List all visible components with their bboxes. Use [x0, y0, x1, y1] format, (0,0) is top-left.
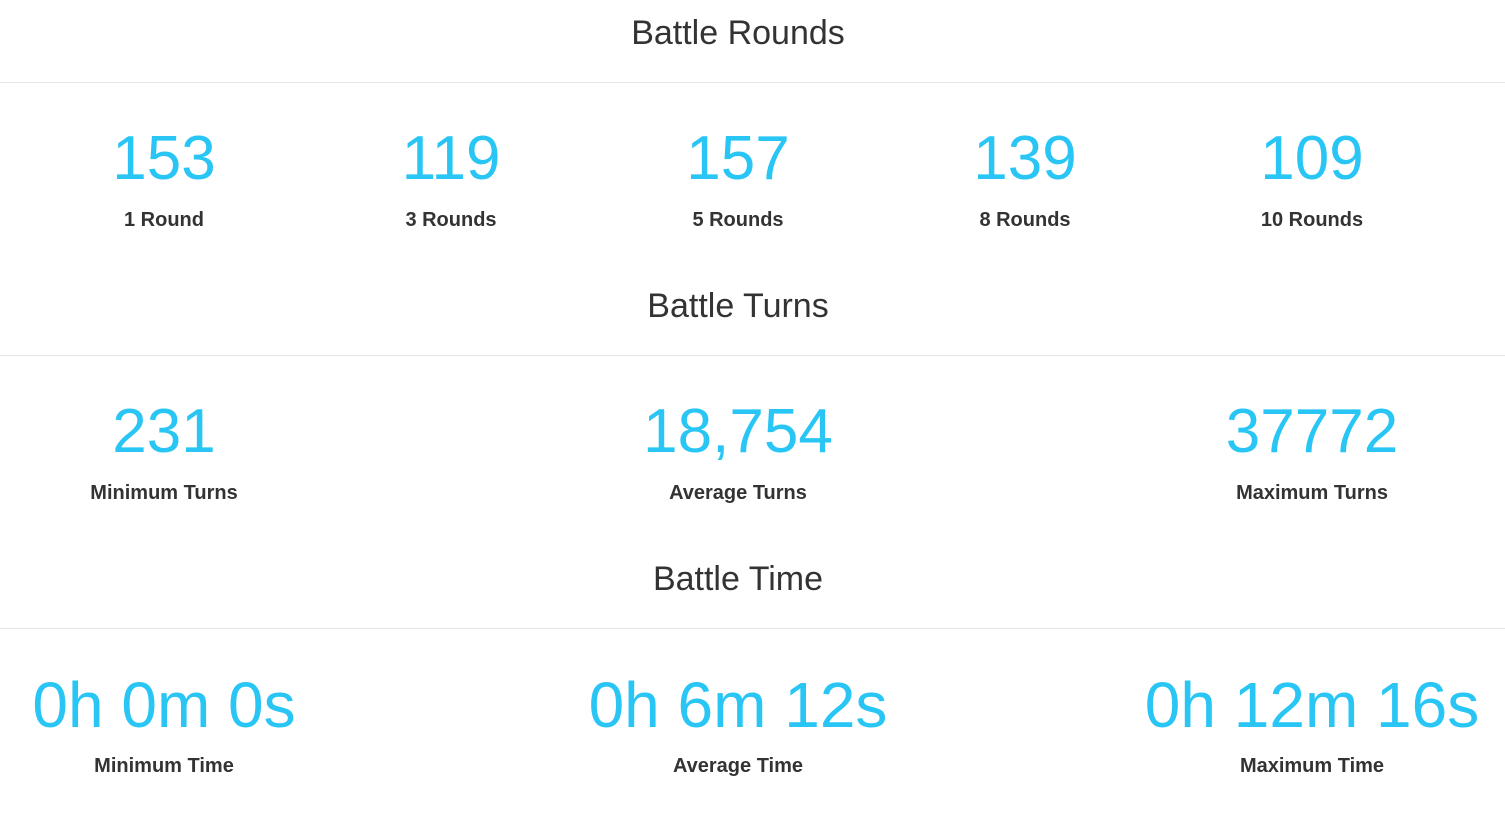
stat-3-rounds: 119 3 Rounds [351, 124, 551, 232]
stat-label: 8 Rounds [979, 209, 1071, 231]
stat-label: Maximum Time [1239, 755, 1385, 777]
section-title-battle-turns: Battle Turns [647, 287, 829, 325]
section-divider [0, 82, 1505, 83]
stat-minimum-turns: 231 Minimum Turns [39, 397, 289, 505]
stat-value: 139 [973, 124, 1077, 193]
stat-value: 119 [401, 124, 501, 193]
stat-label: Minimum Turns [90, 482, 238, 504]
stat-value: 231 [112, 397, 216, 466]
stat-value: 157 [686, 124, 790, 193]
stat-average-time: 0h 6m 12s Average Time [563, 670, 913, 778]
stat-maximum-time: 0h 12m 16s Maximum Time [1127, 670, 1497, 778]
section-divider [0, 628, 1505, 629]
stat-label: 1 Round [124, 209, 204, 231]
stat-label: 10 Rounds [1260, 209, 1364, 231]
stat-maximum-turns: 37772 Maximum Turns [1162, 397, 1462, 505]
stat-label: 3 Rounds [405, 209, 497, 231]
stat-8-rounds: 139 8 Rounds [925, 124, 1125, 232]
stat-value: 37772 [1225, 397, 1399, 466]
stat-value: 109 [1260, 124, 1364, 193]
stat-value: 0h 6m 12s [588, 669, 888, 741]
stat-minimum-time: 0h 0m 0s Minimum Time [14, 670, 314, 778]
stat-label: 5 Rounds [692, 209, 784, 231]
stat-5-rounds: 157 5 Rounds [638, 124, 838, 232]
stat-label: Minimum Time [94, 755, 234, 777]
stat-average-turns: 18,754 Average Turns [588, 397, 888, 505]
stat-label: Average Time [672, 755, 804, 777]
stat-label: Maximum Turns [1236, 482, 1388, 504]
stat-value: 0h 12m 16s [1144, 669, 1480, 741]
stat-value: 153 [112, 124, 216, 193]
section-title-battle-time: Battle Time [652, 560, 824, 598]
stat-label: Average Turns [669, 482, 807, 504]
stat-1-round: 153 1 Round [64, 124, 264, 232]
stat-value: 0h 0m 0s [32, 669, 296, 741]
section-title-battle-rounds: Battle Rounds [631, 14, 845, 52]
section-divider [0, 355, 1505, 356]
stat-value: 18,754 [643, 397, 833, 466]
stat-10-rounds: 109 10 Rounds [1212, 124, 1412, 232]
